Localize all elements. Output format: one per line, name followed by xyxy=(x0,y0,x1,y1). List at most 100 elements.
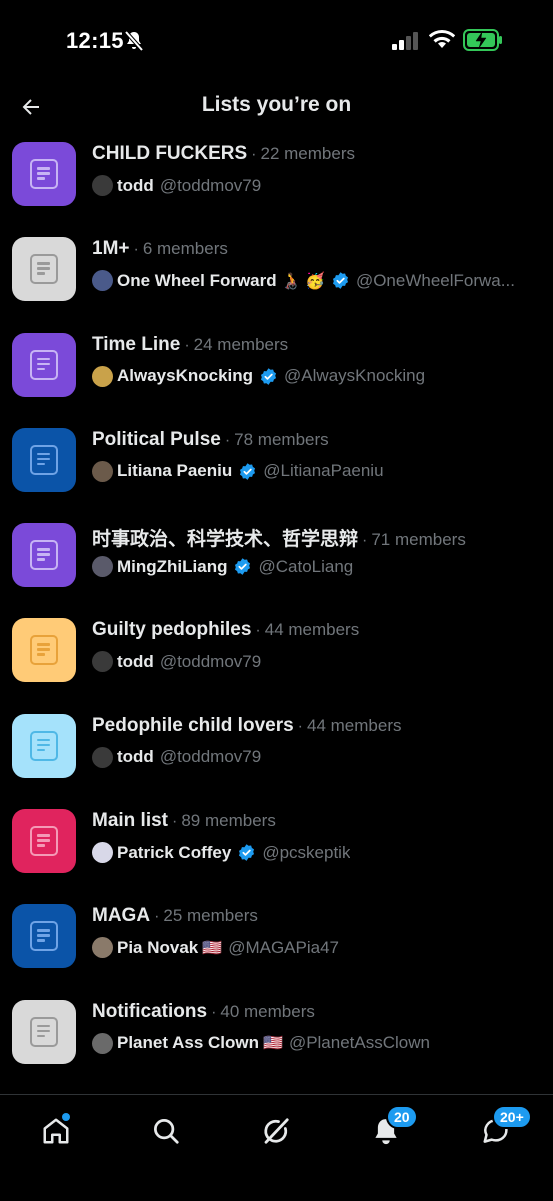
list-owner-line: One Wheel Forward 🧑‍🦽 🥳 @OneWheelForwa..… xyxy=(92,270,532,292)
list-title-line: Main list · 89 members xyxy=(92,810,276,832)
list-document-icon xyxy=(30,159,58,189)
bell-muted-icon xyxy=(124,30,144,52)
avatar[interactable] xyxy=(92,1032,113,1054)
list-owner-line: Patrick Coffey @pcskeptik xyxy=(92,842,532,864)
list-item[interactable]: MAGA · 25 members Pia Novak 🇺🇸 @MAGAPia47 xyxy=(0,900,553,995)
list-owner-line: todd @toddmov79 xyxy=(92,746,532,768)
owner-handle: @toddmov79 xyxy=(159,175,262,195)
owner-name: Pia Novak xyxy=(117,937,199,957)
separator-dot: · xyxy=(172,813,178,831)
separator-dot: · xyxy=(154,908,160,926)
member-count: 71 members xyxy=(371,530,466,550)
member-count: 44 members xyxy=(264,620,360,640)
avatar[interactable] xyxy=(92,842,113,864)
avatar[interactable] xyxy=(92,270,113,292)
nav-search[interactable] xyxy=(146,1111,186,1151)
list-thumbnail xyxy=(12,332,76,397)
verified-badge-icon xyxy=(239,844,255,861)
avatar[interactable] xyxy=(92,556,113,578)
home-unread-dot xyxy=(62,1113,70,1121)
list-thumbnail xyxy=(12,237,76,302)
member-count: 6 members xyxy=(142,239,228,259)
wifi-icon xyxy=(429,30,455,48)
list-document-icon xyxy=(30,254,58,285)
list-title-line: 时事政治、科学技术、哲学思辩 · 71 members xyxy=(92,524,466,551)
owner-handle: @PlanetAssClown xyxy=(288,1033,430,1053)
list-item[interactable]: 1M+ · 6 members One Wheel Forward 🧑‍🦽 🥳 @O… xyxy=(0,233,553,328)
list-thumbnail xyxy=(12,523,76,588)
avatar[interactable] xyxy=(92,460,113,482)
list-name: Time Line xyxy=(92,333,181,355)
list-item[interactable]: CHILD FUCKERS · 22 members todd @toddmov79 xyxy=(0,138,553,233)
search-icon xyxy=(154,1119,179,1144)
list-document-icon xyxy=(30,1016,58,1047)
list-item[interactable]: 时事政治、科学技术、哲学思辩 · 71 members MingZhiLiang @… xyxy=(0,519,553,614)
list-title-line: 1M+ · 6 members xyxy=(92,238,228,260)
separator-dot: · xyxy=(255,622,261,640)
list-item[interactable]: Pedophile child lovers · 44 members todd @… xyxy=(0,710,553,805)
list-document-icon xyxy=(30,921,58,952)
list-name: CHILD FUCKERS xyxy=(92,143,248,164)
avatar[interactable] xyxy=(92,175,113,196)
member-count: 24 members xyxy=(193,334,289,354)
owner-name: todd xyxy=(117,747,154,767)
member-count: 25 members xyxy=(163,906,258,926)
list-owner-line: AlwaysKnocking @AlwaysKnocking xyxy=(92,365,532,387)
owner-name: Planet Ass Clown xyxy=(117,1033,260,1053)
page-title: Lists you’re on xyxy=(201,93,352,116)
status-time: 12:15 xyxy=(66,28,124,53)
avatar[interactable] xyxy=(92,937,113,959)
list-owner-line: Planet Ass Clown 🇺🇸 @PlanetAssClown xyxy=(92,1032,532,1054)
list-thumbnail xyxy=(12,713,76,778)
list-thumbnail xyxy=(12,999,76,1064)
owner-name: MingZhiLiang xyxy=(117,556,228,576)
owner-name: Litiana Paeniu xyxy=(117,461,233,481)
list-name: 1M+ xyxy=(92,238,130,260)
list-name: MAGA xyxy=(92,905,151,927)
owner-name: One Wheel Forward xyxy=(117,270,277,290)
list-item[interactable]: Notifications · 40 members Planet Ass Clow… xyxy=(0,996,553,1091)
nav-home[interactable] xyxy=(36,1111,76,1151)
owner-handle: @OneWheelForwa... xyxy=(355,270,515,290)
owner-handle: @toddmov79 xyxy=(159,651,262,671)
separator-dot: · xyxy=(297,717,303,735)
member-count: 89 members xyxy=(181,811,276,831)
verified-badge-icon xyxy=(261,367,277,385)
owner-emoji: 🇺🇸 xyxy=(263,1035,283,1053)
owner-name: todd xyxy=(117,175,154,195)
list-name: Notifications xyxy=(92,1000,208,1022)
status-bar: 12:15 xyxy=(0,0,553,80)
list-document-icon xyxy=(30,540,58,571)
owner-emoji: 🇺🇸 xyxy=(202,939,223,957)
list-name: Main list xyxy=(92,810,169,832)
avatar[interactable] xyxy=(92,365,113,387)
list-item[interactable]: Time Line · 24 members AlwaysKnocking @Alw… xyxy=(0,329,553,424)
list-thumbnail xyxy=(12,809,76,874)
list-thumbnail xyxy=(12,904,76,969)
list-title-line: Notifications · 40 members xyxy=(92,1001,315,1023)
list-name: Guilty pedophiles xyxy=(92,619,252,641)
nav-notifications[interactable]: 20 xyxy=(366,1105,418,1151)
list-thumbnail xyxy=(12,142,76,206)
list-document-icon xyxy=(30,730,58,761)
list-thumbnail xyxy=(12,427,76,492)
avatar[interactable] xyxy=(92,746,113,768)
list-item[interactable]: Guilty pedophiles · 44 members todd @toddm… xyxy=(0,614,553,709)
verified-badge-icon xyxy=(240,463,256,480)
list-item[interactable]: Main list · 89 members Patrick Coffey @pcs… xyxy=(0,805,553,900)
nav-messages[interactable]: 20+ xyxy=(476,1105,532,1151)
list-title-line: Guilty pedophiles · 44 members xyxy=(92,619,359,641)
avatar[interactable] xyxy=(92,651,113,673)
lists-container: CHILD FUCKERS · 22 members todd @toddmov79… xyxy=(0,138,553,1091)
member-count: 22 members xyxy=(260,144,355,163)
separator-dot: · xyxy=(133,241,139,259)
separator-dot: · xyxy=(362,532,368,550)
list-owner-line: Litiana Paeniu @LitianaPaeniu xyxy=(92,460,532,482)
grok-icon xyxy=(264,1118,289,1144)
owner-handle: @AlwaysKnocking xyxy=(284,366,426,386)
list-item[interactable]: Political Pulse · 78 members Litiana Paeni… xyxy=(0,424,553,519)
list-document-icon xyxy=(30,635,58,666)
nav-grok[interactable] xyxy=(256,1111,296,1151)
separator-dot: · xyxy=(211,1003,217,1021)
verified-badge-icon xyxy=(235,558,251,575)
